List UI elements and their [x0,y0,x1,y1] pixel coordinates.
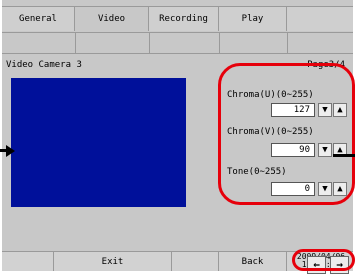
video-pointer-arrow [6,145,15,157]
sub-tab-1[interactable] [2,33,76,53]
bottom-cell-empty [2,252,54,271]
bottom-cell-empty-2 [172,252,219,271]
tab-general[interactable]: General [2,7,75,31]
tab-recording[interactable]: Recording [149,7,219,31]
sub-tab-bar [2,32,353,54]
tab-video[interactable]: Video [75,7,149,31]
video-display [11,78,186,207]
exit-button[interactable]: Exit [54,252,172,271]
tab-empty [287,7,353,31]
tab-bar: General Video Recording Play [2,6,353,32]
sub-tab-2[interactable] [75,33,150,53]
controls-callout [218,63,355,205]
tab-play[interactable]: Play [219,7,287,31]
sub-tab-3[interactable] [149,33,220,53]
nav-callout [292,249,355,271]
back-button[interactable]: Back [219,252,287,271]
camera-title: Video Camera 3 [6,60,82,70]
controls-pointer-line [333,154,355,157]
sub-tab-4[interactable] [219,33,288,53]
